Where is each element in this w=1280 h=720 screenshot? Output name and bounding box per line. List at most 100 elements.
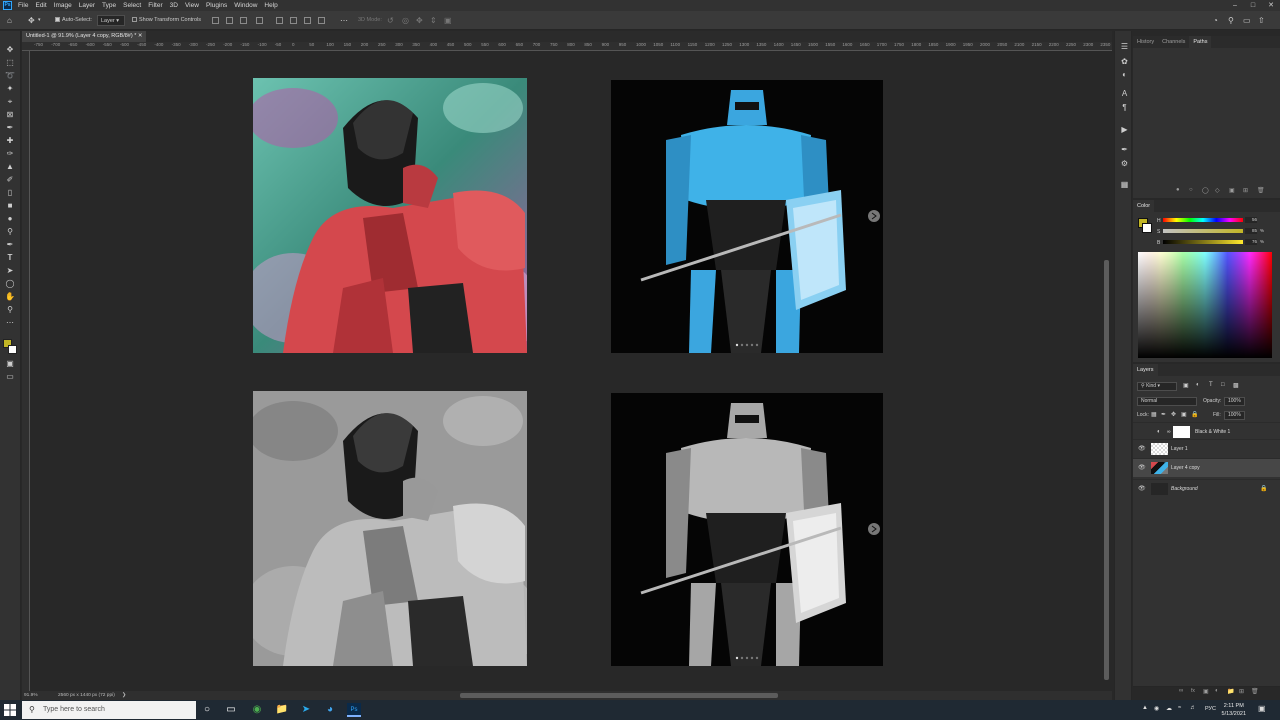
tab-color[interactable]: Color [1133,200,1155,212]
new-path-icon[interactable]: ⊞ [1243,187,1248,194]
layer-style-icon[interactable]: fx [1191,688,1195,694]
styles-panel-icon[interactable]: ◐ [1119,69,1130,80]
auto-select-dropdown[interactable]: Layer ▾ [97,15,125,26]
blend-mode-dropdown[interactable]: Normal [1137,397,1197,406]
brush-settings-icon[interactable]: ✒ [1119,144,1130,155]
tab-layers[interactable]: Layers [1133,364,1158,376]
show-hidden-icons-icon[interactable]: ▲ [1142,705,1148,711]
align-right-icon[interactable] [240,17,247,24]
layer-row[interactable]: 👁 Background 🔒 [1133,479,1280,498]
show-transform-controls-checkbox[interactable]: Show Transform Controls [132,15,201,26]
visibility-eye-icon[interactable]: 👁 [1138,480,1146,499]
libraries-panel-icon[interactable]: ▦ [1119,179,1130,190]
move-tool-icon[interactable]: ✥ [28,15,35,26]
edge-icon[interactable]: ◕ [323,703,337,717]
frame-tool-icon[interactable]: ⊠ [4,109,16,120]
fill-field[interactable]: 100% [1224,411,1245,420]
vertical-scrollbar[interactable] [1104,260,1109,680]
tab-history[interactable]: History [1133,36,1158,48]
layer-filter-kind[interactable]: ⚲ Kind ▾ [1137,382,1177,391]
new-layer-icon[interactable]: ⊞ [1239,688,1244,695]
fill-path-icon[interactable]: ● [1176,187,1180,193]
windows-start-icon[interactable] [4,704,16,716]
new-group-icon[interactable]: 📁 [1227,688,1234,695]
eraser-tool-icon[interactable]: ▯ [4,187,16,198]
3d-roll-icon[interactable]: ◎ [402,15,409,26]
brightness-value[interactable]: 76 [1245,239,1257,245]
hand-tool-icon[interactable]: ✋ [4,291,16,302]
edit-toolbar-icon[interactable]: ⋯ [4,317,16,328]
opacity-field[interactable]: 100% [1224,397,1245,406]
clone-stamp-tool-icon[interactable]: ▲ [4,161,16,172]
menu-filter[interactable]: Filter [148,2,162,9]
horizontal-scrollbar[interactable] [460,693,778,698]
hue-value[interactable]: 56 [1245,217,1257,223]
file-explorer-icon[interactable]: 📁 [275,703,289,717]
menu-select[interactable]: Select [123,2,141,9]
3d-scale-icon[interactable]: ▣ [444,15,452,26]
clock[interactable]: 2:11 PM 5/13/2021 [1222,702,1246,718]
visibility-eye-icon[interactable]: 👁 [1138,440,1146,459]
task-view-icon[interactable]: ▭ [224,703,238,717]
quick-mask-icon[interactable]: ▣ [4,358,16,369]
align-top-icon[interactable] [276,17,283,24]
volume-icon[interactable]: ♬ [1190,705,1196,711]
link-layers-icon[interactable]: ∞ [1179,688,1183,694]
dodge-tool-icon[interactable]: ⚲ [4,226,16,237]
menu-window[interactable]: Window [234,2,257,9]
move-tool-icon[interactable]: ✥ [4,44,16,55]
chrome-icon[interactable]: ◉ [250,703,264,717]
status-arrow-icon[interactable]: ❯ [122,691,126,700]
delete-path-icon[interactable]: 🗑 [1257,187,1265,194]
eyedropper-tool-icon[interactable]: ✒ [4,122,16,133]
hue-slider[interactable] [1163,218,1243,222]
align-middle-icon[interactable] [290,17,297,24]
adjustments-panel-icon[interactable]: ✿ [1119,56,1130,67]
delete-layer-icon[interactable]: 🗑 [1251,688,1259,695]
history-brush-tool-icon[interactable]: ✐ [4,174,16,185]
3d-slide-icon[interactable]: ⇕ [430,15,437,26]
share-upload-icon[interactable]: ⇧ [1258,15,1265,26]
load-selection-icon[interactable]: ◯ [1202,187,1209,194]
search-icon[interactable]: ⚲ [1228,15,1234,26]
paragraph-panel-icon[interactable]: ¶ [1119,102,1130,113]
notifications-icon[interactable]: ▣ [1258,704,1266,713]
history-panel-icon[interactable]: ☰ [1119,41,1130,52]
filter-pixel-icon[interactable]: ▣ [1183,382,1189,389]
lock-position-icon[interactable]: ✥ [1171,411,1176,418]
ellipse-tool-icon[interactable]: ◯ [4,278,16,289]
distribute-vertical-icon[interactable] [318,17,325,24]
add-mask-icon[interactable]: ▣ [1229,187,1235,194]
character-panel-icon[interactable]: A [1119,88,1130,99]
maximize-icon[interactable]: □ [1246,0,1260,11]
filter-shape-icon[interactable]: □ [1221,382,1225,388]
zoom-tool-icon[interactable]: ⚲ [4,304,16,315]
network-icon[interactable]: ◉ [1154,705,1159,712]
brush-tool-icon[interactable]: ✑ [4,148,16,159]
menu-type[interactable]: Type [102,2,116,9]
new-adjustment-layer-icon[interactable]: ◐ [1215,688,1219,694]
close-icon[interactable]: ✕ [1264,0,1278,11]
share-icon[interactable]: ◔ [1213,15,1218,26]
photoshop-taskbar-icon[interactable]: Ps [347,703,361,717]
saturation-value[interactable]: 85 [1245,228,1257,234]
chevron-down-icon[interactable]: ▾ [38,15,41,26]
menu-plugins[interactable]: Plugins [206,2,227,9]
marquee-tool-icon[interactable]: ⬚ [4,57,16,68]
align-center-icon[interactable] [226,17,233,24]
tab-channels[interactable]: Channels [1158,36,1189,48]
background-color-chip[interactable] [1142,223,1152,233]
language-indicator[interactable]: РУС [1205,706,1216,712]
lock-image-icon[interactable]: ✒ [1161,411,1166,418]
layer-row[interactable]: 👁 Layer 1 [1133,439,1280,458]
align-left-icon[interactable] [212,17,219,24]
path-selection-tool-icon[interactable]: ➤ [4,265,16,276]
properties-panel-icon[interactable]: ⚙ [1119,158,1130,169]
more-options-icon[interactable]: ⋯ [340,15,348,26]
workspace-icon[interactable]: ▭ [1243,15,1251,26]
type-tool-icon[interactable]: T [4,252,16,263]
quick-select-tool-icon[interactable]: ✦ [4,83,16,94]
visibility-eye-icon[interactable]: 👁 [1138,459,1146,478]
lasso-tool-icon[interactable]: ➰ [4,70,16,81]
filter-smart-object-icon[interactable]: ▩ [1233,382,1239,389]
